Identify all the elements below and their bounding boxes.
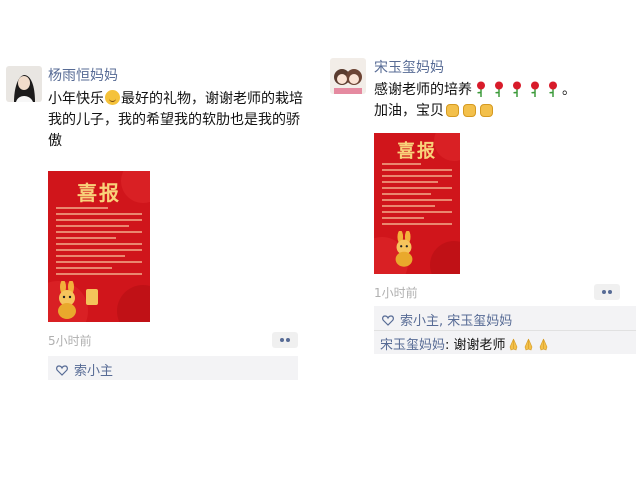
pray-emoji-icon bbox=[509, 338, 517, 351]
rose-emoji-icon bbox=[495, 81, 503, 97]
poster-image[interactable]: 喜报 bbox=[48, 171, 150, 322]
post-text: 小年快乐 最好的礼物，谢谢老师的栽培 我的儿子，我的希望我的软肋也是我的骄傲 bbox=[48, 89, 306, 152]
fist-emoji-icon bbox=[480, 104, 493, 117]
divider bbox=[374, 330, 636, 331]
rabbit-icon bbox=[395, 231, 413, 267]
likes-comments-panel: 索小主, 宋玉玺妈妈 宋玉玺妈妈: 谢谢老师 bbox=[374, 306, 636, 354]
fist-emoji-icon bbox=[463, 104, 476, 117]
more-icon[interactable] bbox=[594, 284, 620, 300]
heart-icon bbox=[56, 365, 68, 376]
likes-names[interactable]: 索小主, 宋玉玺妈妈 bbox=[400, 314, 512, 329]
rose-emoji-icon bbox=[513, 81, 521, 97]
pray-emoji-icon bbox=[539, 338, 547, 351]
post-text-part-1: 小年快乐 bbox=[48, 91, 104, 107]
moment-post-left: 杨雨恒妈妈 小年快乐 最好的礼物，谢谢老师的栽培 我的儿子，我的希望我的软肋也是我… bbox=[0, 52, 312, 392]
rose-emoji-icon bbox=[531, 81, 539, 97]
post-time: 1小时前 bbox=[374, 286, 418, 300]
likes-names[interactable]: 索小主 bbox=[74, 364, 113, 379]
post-time: 5小时前 bbox=[48, 334, 92, 348]
author-name[interactable]: 宋玉玺妈妈 bbox=[374, 57, 444, 77]
fist-emoji-icon bbox=[446, 104, 459, 117]
seal-icon bbox=[86, 289, 98, 305]
comment-text: : 谢谢老师 bbox=[445, 338, 506, 353]
heart-icon bbox=[382, 315, 394, 326]
comment-row[interactable]: 宋玉玺妈妈: 谢谢老师 bbox=[380, 334, 551, 353]
poster-image[interactable]: 喜报 bbox=[374, 133, 460, 274]
post-text-period: 。 bbox=[562, 82, 576, 98]
more-icon[interactable] bbox=[272, 332, 298, 348]
poster-body-text bbox=[56, 207, 142, 279]
comment-author[interactable]: 宋玉玺妈妈 bbox=[380, 338, 445, 353]
poster-title: 喜报 bbox=[397, 141, 437, 162]
post-text-part-1: 感谢老师的培养 bbox=[374, 82, 472, 98]
pray-emoji-icon bbox=[524, 338, 532, 351]
post-text: 感谢老师的培养 。 加油，宝贝 bbox=[374, 80, 636, 122]
avatar[interactable] bbox=[330, 58, 366, 94]
likes-row: 索小主, 宋玉玺妈妈 bbox=[382, 310, 512, 329]
likes-panel: 索小主 bbox=[48, 356, 298, 380]
rose-emoji-icon bbox=[549, 81, 557, 97]
rabbit-icon bbox=[58, 281, 76, 319]
rose-emoji-icon bbox=[477, 81, 485, 97]
likes-row: 索小主 bbox=[56, 360, 113, 379]
poster-title: 喜报 bbox=[77, 181, 121, 205]
author-name[interactable]: 杨雨恒妈妈 bbox=[48, 65, 118, 85]
moment-post-right: 宋玉玺妈妈 感谢老师的培养 。 加油，宝贝 喜报 1小时前 索小主, 宋玉玺妈妈 … bbox=[318, 44, 639, 360]
post-text-part-2: 加油，宝贝 bbox=[374, 103, 444, 119]
poster-body-text bbox=[382, 163, 452, 229]
avatar[interactable] bbox=[6, 66, 42, 102]
smile-emoji-icon bbox=[105, 90, 120, 105]
